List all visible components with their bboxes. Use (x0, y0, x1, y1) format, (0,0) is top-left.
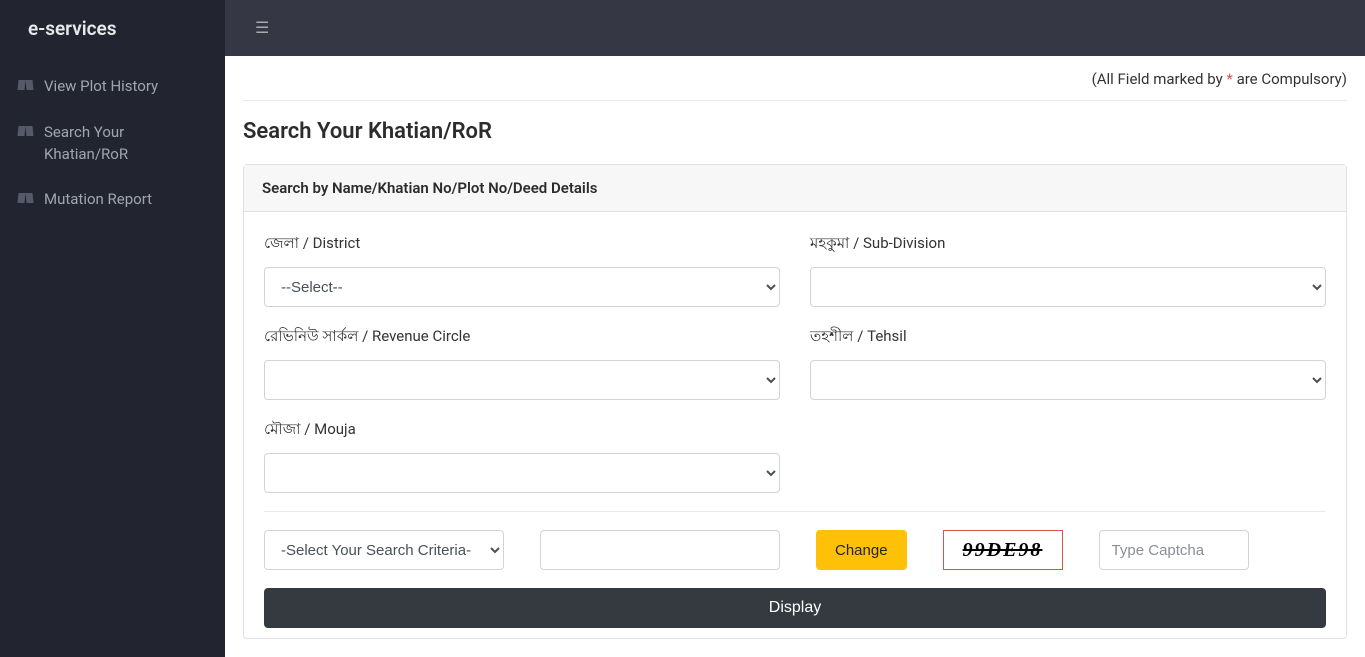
top-bar: e-services ☰ (0, 0, 1365, 56)
tehsil-select[interactable] (810, 360, 1326, 400)
captcha-input[interactable] (1099, 530, 1249, 570)
mouja-label: মৌজা / Mouja (264, 418, 780, 443)
sidebar-item-label: View Plot History (44, 76, 158, 98)
brand: e-services (0, 0, 225, 56)
main-content: (All Field marked by * are Compulsory) S… (225, 56, 1365, 657)
page-title: Search Your Khatian/RoR (243, 119, 1347, 144)
district-label: জেলা / District (264, 232, 780, 257)
change-button[interactable]: Change (816, 530, 907, 570)
sidebar-item-label: Mutation Report (44, 189, 152, 211)
brand-text: e-services (28, 17, 117, 40)
panel-body: জেলা / District --Select-- মহকুমা / Sub-… (244, 212, 1346, 638)
book-icon (18, 126, 34, 138)
captcha-image: 99DE98 (943, 530, 1063, 570)
book-icon (18, 193, 34, 205)
revenue-circle-label: রেভিনিউ সার্কল / Revenue Circle (264, 325, 780, 350)
search-value-input[interactable] (540, 530, 780, 570)
district-select[interactable]: --Select-- (264, 267, 780, 307)
compulsory-suffix: are Compulsory) (1233, 70, 1347, 88)
search-panel: Search by Name/Khatian No/Plot No/Deed D… (243, 164, 1347, 639)
display-button[interactable]: Display (264, 588, 1326, 628)
subdivision-select[interactable] (810, 267, 1326, 307)
mouja-select[interactable] (264, 453, 780, 493)
revenue-circle-select[interactable] (264, 360, 780, 400)
divider (264, 511, 1326, 512)
panel-header: Search by Name/Khatian No/Plot No/Deed D… (244, 165, 1346, 212)
sidebar-item-search-khatian[interactable]: Search Your Khatian/RoR (0, 110, 225, 178)
sidebar-item-label: Search Your Khatian/RoR (44, 122, 207, 166)
compulsory-note: (All Field marked by * are Compulsory) (243, 70, 1347, 101)
menu-toggle-icon[interactable]: ☰ (255, 18, 269, 37)
subdivision-label: মহকুমা / Sub-Division (810, 232, 1326, 257)
compulsory-prefix: (All Field marked by (1092, 70, 1227, 88)
sidebar: View Plot History Search Your Khatian/Ro… (0, 56, 225, 657)
book-icon (18, 80, 34, 92)
sidebar-item-mutation-report[interactable]: Mutation Report (0, 177, 225, 223)
sidebar-item-view-plot-history[interactable]: View Plot History (0, 64, 225, 110)
search-criteria-select[interactable]: -Select Your Search Criteria- (264, 530, 504, 570)
tehsil-label: তহশীল / Tehsil (810, 325, 1326, 350)
